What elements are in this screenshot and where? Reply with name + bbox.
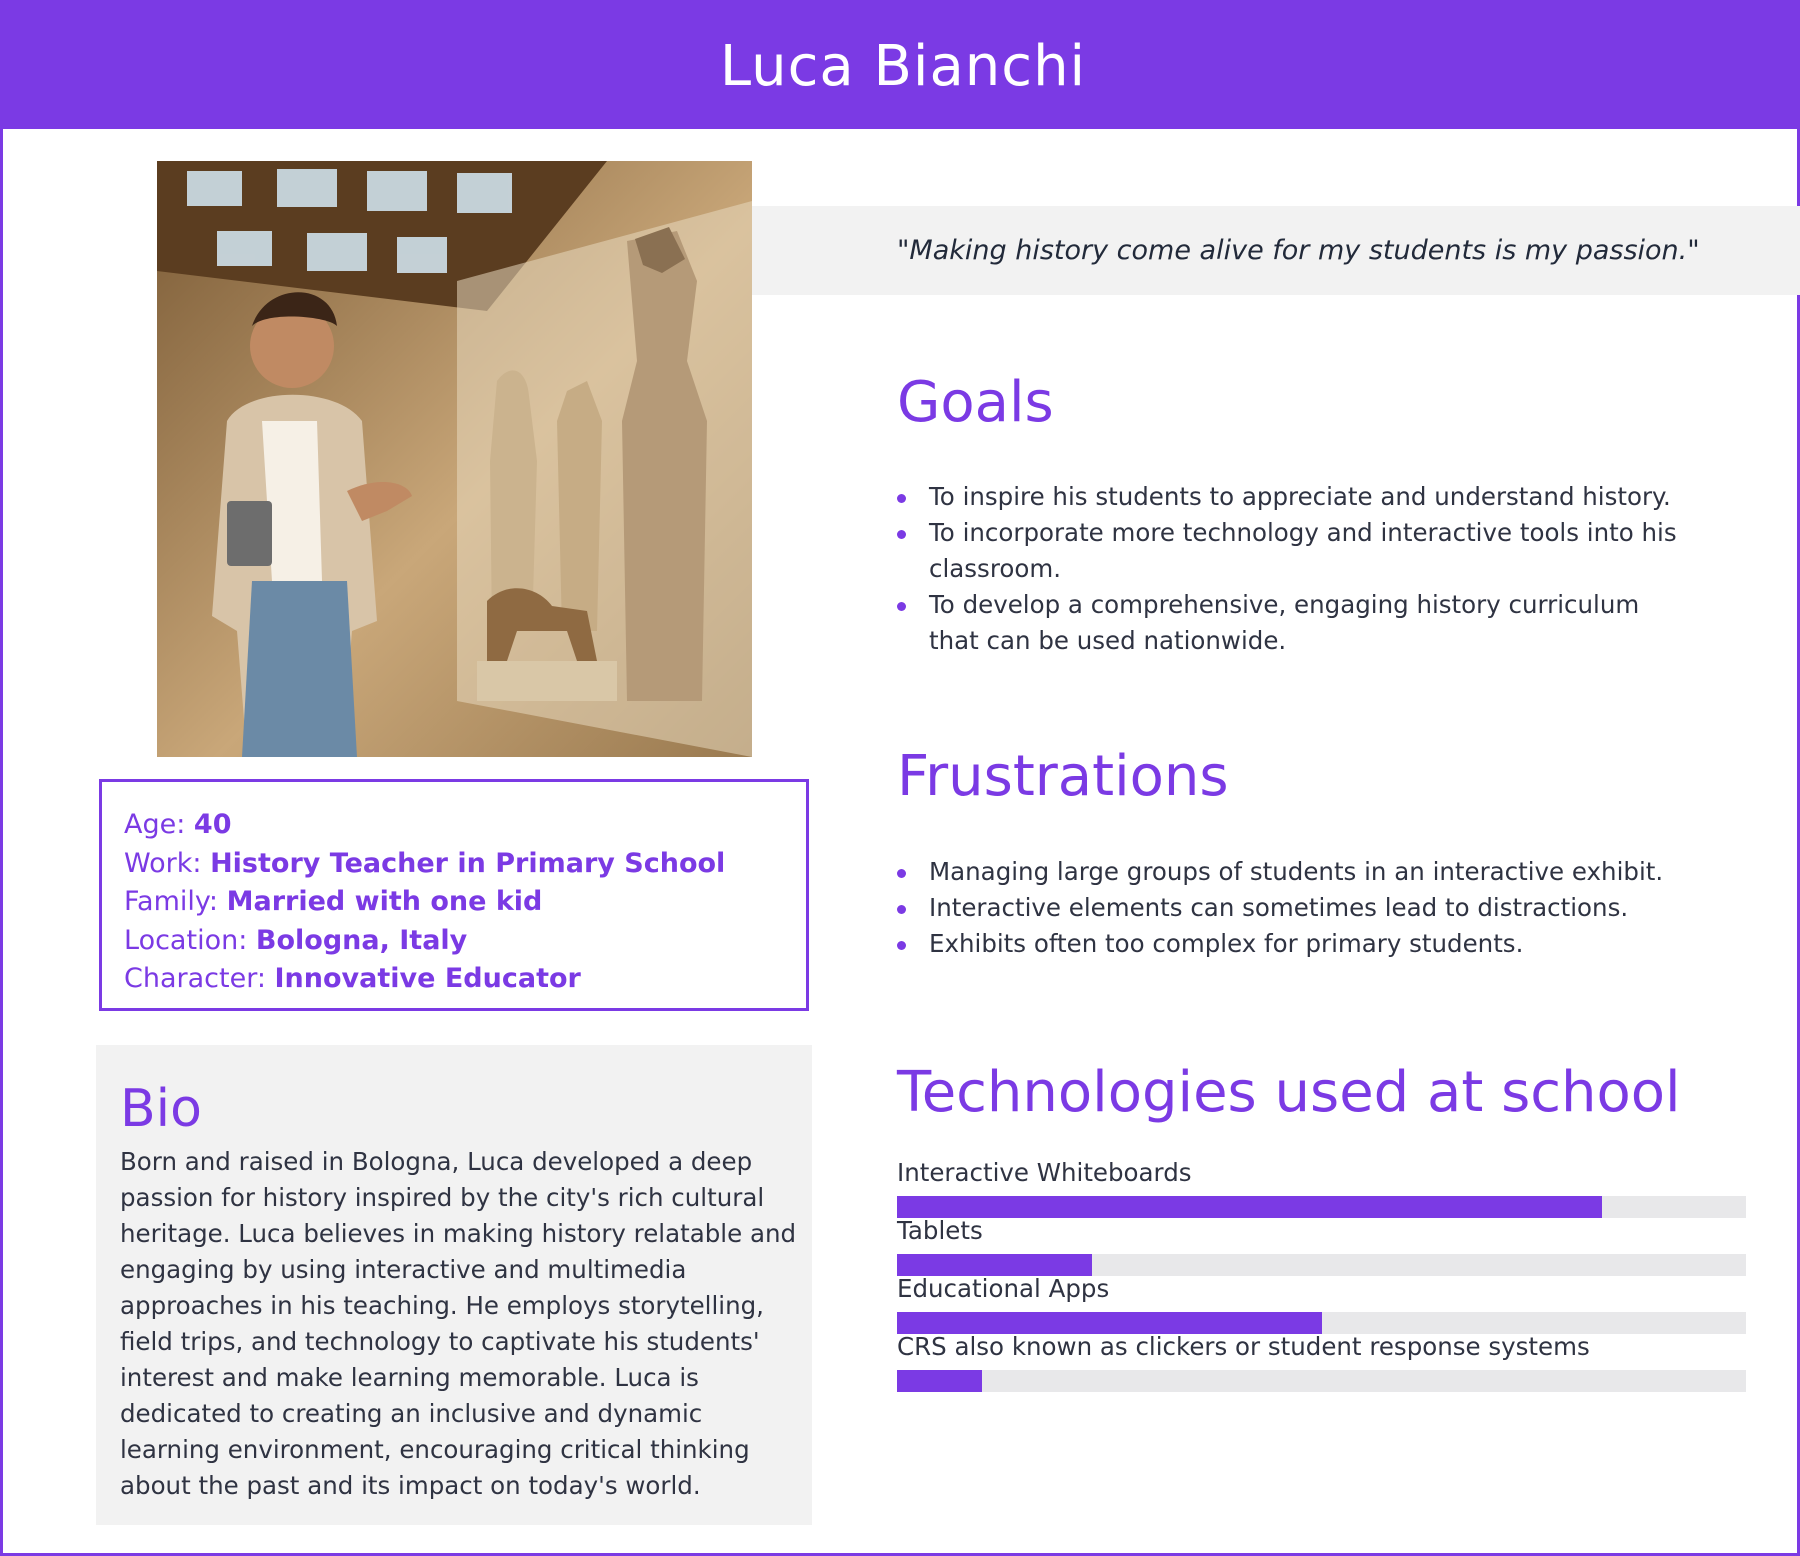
museum-photo-illustration	[157, 161, 752, 757]
family-value: Married with one kid	[226, 886, 543, 917]
persona-card: Luca Bianchi "Making history come alive …	[0, 0, 1800, 1556]
technology-bar-fill	[897, 1196, 1602, 1218]
technologies-title: Technologies used at school	[897, 1060, 1681, 1125]
frustrations-list: Managing large groups of students in an …	[897, 854, 1677, 962]
frustrations-title: Frustrations	[897, 744, 1229, 809]
technology-bar-track	[897, 1312, 1746, 1334]
goals-title: Goals	[897, 370, 1054, 435]
technology-label: Educational Apps	[897, 1274, 1110, 1303]
technology-label: Interactive Whiteboards	[897, 1158, 1192, 1187]
age-value: 40	[193, 809, 232, 840]
location-value: Bologna, Italy	[255, 924, 468, 956]
goal-item: To incorporate more technology and inter…	[897, 515, 1677, 587]
frustration-item: Exhibits often too complex for primary s…	[897, 926, 1677, 962]
technology-label: Tablets	[897, 1216, 983, 1245]
frustration-item: Interactive elements can sometimes lead …	[897, 890, 1677, 926]
technology-bar-track	[897, 1254, 1746, 1276]
goal-item: To develop a comprehensive, engaging his…	[897, 587, 1677, 659]
technologies-list: Interactive Whiteboards Tablets Educatio…	[897, 1158, 1747, 1392]
technology-item: CRS also known as clickers or student re…	[897, 1332, 1747, 1392]
persona-name: Luca Bianchi	[719, 33, 1087, 99]
technology-bar-track	[897, 1370, 1746, 1392]
technology-label: CRS also known as clickers or student re…	[897, 1332, 1590, 1361]
character-value: Innovative Educator	[274, 963, 581, 994]
goals-list: To inspire his students to appreciate an…	[897, 479, 1677, 659]
info-character: Character: Innovative Educator	[124, 960, 806, 999]
header-bar: Luca Bianchi	[3, 3, 1800, 129]
info-family: Family: Married with one kid	[124, 883, 806, 922]
family-label: Family:	[124, 886, 219, 917]
technology-bar-fill	[897, 1370, 982, 1392]
persona-photo	[157, 161, 752, 757]
technology-item: Interactive Whiteboards	[897, 1158, 1747, 1218]
info-age: Age: 40	[124, 806, 806, 845]
age-label: Age:	[124, 809, 186, 840]
bio-title: Bio	[120, 1079, 202, 1139]
quote-bar: "Making history come alive for my studen…	[752, 206, 1800, 295]
technology-item: Educational Apps	[897, 1274, 1747, 1334]
technology-bar-track	[897, 1196, 1746, 1218]
work-value: History Teacher in Primary School	[210, 847, 726, 879]
frustration-item: Managing large groups of students in an …	[897, 854, 1677, 890]
info-location: Location: Bologna, Italy	[124, 922, 806, 961]
location-label: Location:	[124, 924, 248, 956]
info-work: Work: History Teacher in Primary School	[124, 845, 806, 884]
bio-text: Born and raised in Bologna, Luca develop…	[120, 1147, 797, 1500]
work-label: Work:	[124, 847, 202, 879]
technology-bar-fill	[897, 1254, 1093, 1276]
technology-item: Tablets	[897, 1216, 1747, 1276]
technology-bar-fill	[897, 1312, 1322, 1334]
bio-panel: Bio Born and raised in Bologna, Luca dev…	[96, 1045, 812, 1525]
goal-item: To inspire his students to appreciate an…	[897, 479, 1677, 515]
character-label: Character:	[124, 963, 266, 994]
persona-info-box: Age: 40 Work: History Teacher in Primary…	[99, 779, 809, 1011]
persona-quote: "Making history come alive for my studen…	[897, 235, 1700, 266]
